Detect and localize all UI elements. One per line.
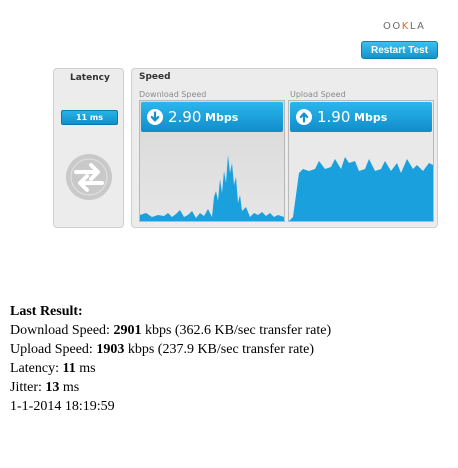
download-speed-label: Download Speed <box>139 90 207 99</box>
download-speed-value: 2.90 <box>168 108 202 126</box>
upload-graph-box: 1.90 Mbps <box>288 100 434 222</box>
last-result-title: Last Result: <box>10 304 83 319</box>
download-graph <box>140 155 284 221</box>
upload-speed-label: Upload Speed <box>290 90 346 99</box>
download-result-line: Download Speed: 2901 kbps (362.6 KB/sec … <box>10 323 332 338</box>
latency-result-line: Latency: 11 ms <box>10 361 96 376</box>
upload-result-line: Upload Speed: 1903 kbps (237.9 KB/sec tr… <box>10 342 315 357</box>
result-timestamp: 1-1-2014 18:19:59 <box>10 399 115 414</box>
upload-speed-badge: 1.90 Mbps <box>290 102 432 132</box>
latency-panel: Latency 11 ms <box>53 68 124 228</box>
upload-graph <box>289 157 433 221</box>
upload-speed-unit: Mbps <box>354 111 388 124</box>
upload-arrow-icon <box>296 109 312 125</box>
latency-arrows-icon <box>66 154 112 200</box>
last-result: Last Result: Download Speed: 2901 kbps (… <box>10 302 450 416</box>
latency-value-badge: 11 ms <box>61 110 118 125</box>
jitter-result-line: Jitter: 13 ms <box>10 380 80 395</box>
download-speed-badge: 2.90 Mbps <box>141 102 283 132</box>
ookla-logo: OOKLA <box>383 21 426 32</box>
restart-test-button[interactable]: Restart Test <box>361 41 438 59</box>
speed-panel: Speed Download Speed 2.90 Mbps Upload Sp… <box>131 68 438 228</box>
speed-title: Speed <box>139 72 171 82</box>
upload-speed-value: 1.90 <box>317 108 351 126</box>
latency-title: Latency <box>70 73 110 83</box>
download-speed-unit: Mbps <box>205 111 239 124</box>
download-graph-box: 2.90 Mbps <box>139 100 285 222</box>
download-arrow-icon <box>147 109 163 125</box>
